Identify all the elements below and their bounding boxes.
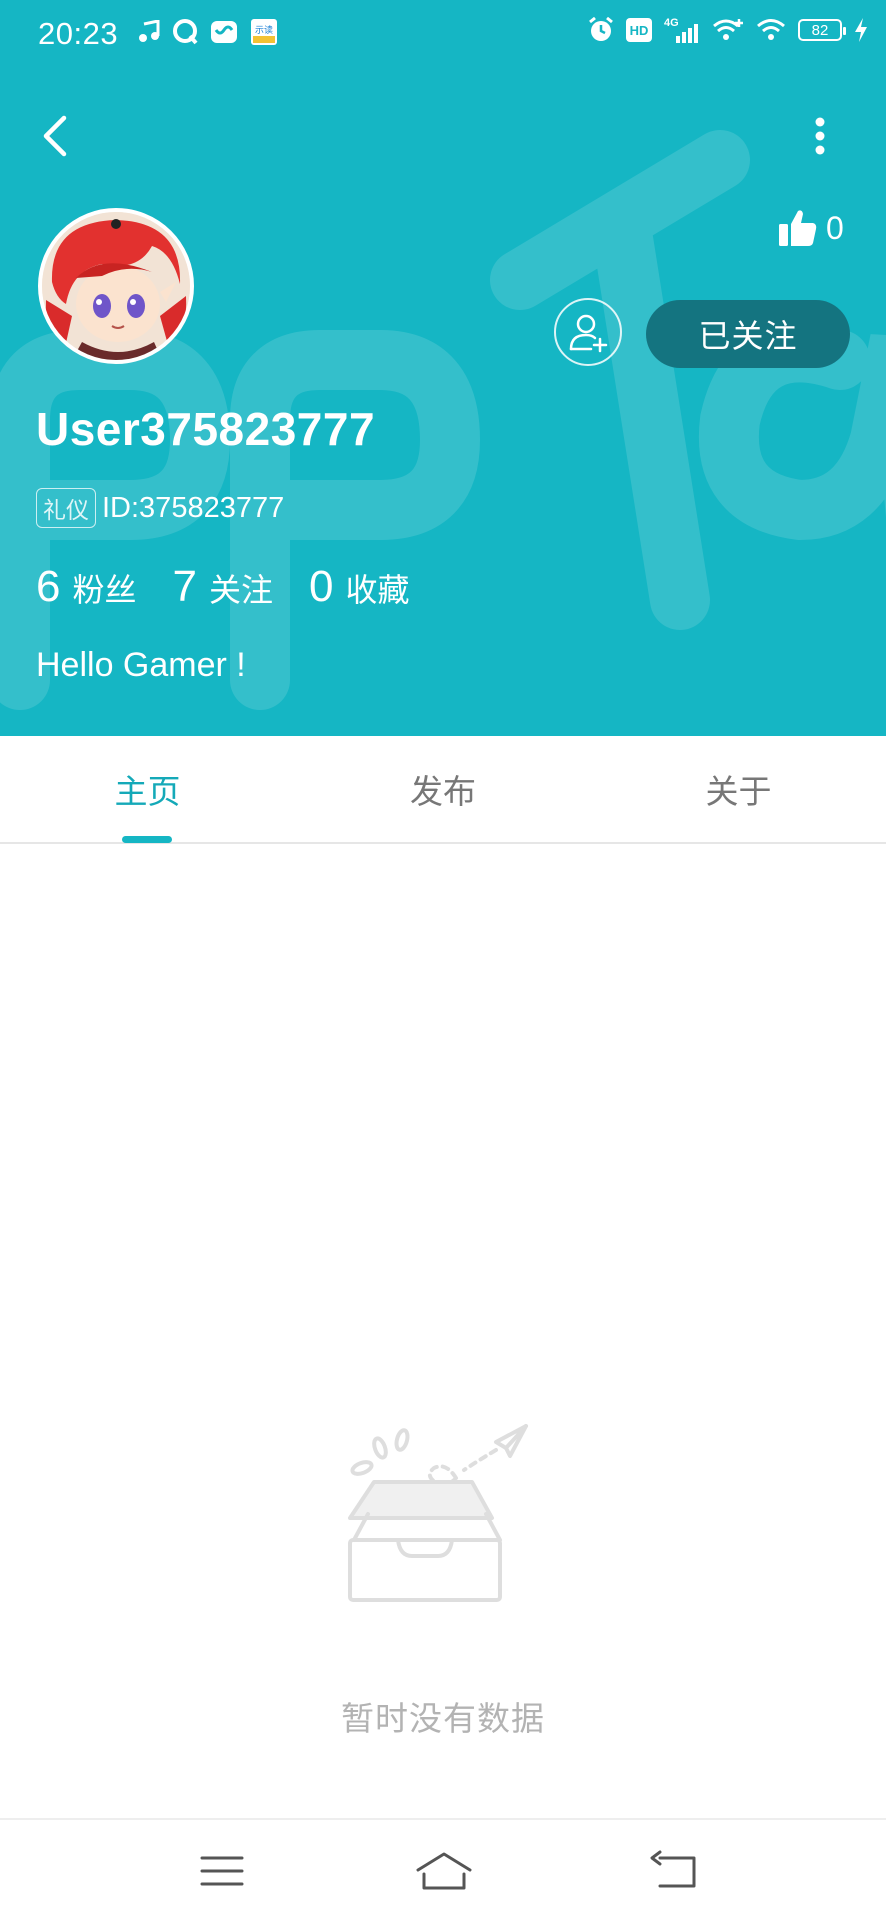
like-count: 0	[826, 209, 844, 246]
tab-about[interactable]: 关于	[591, 736, 886, 842]
more-button[interactable]	[806, 112, 834, 160]
status-bar: 20:23 示读 HD 4G 82	[0, 0, 886, 70]
profile-header: 20:23 示读 HD 4G 82 0 已关注 User375823777 礼仪…	[0, 0, 886, 736]
system-nav-bar	[0, 1818, 886, 1920]
thumbs-up-icon	[779, 210, 817, 246]
active-tab-indicator	[122, 836, 172, 843]
home-button[interactable]	[414, 1848, 474, 1894]
profile-tabs: 主页 发布 关于	[0, 736, 886, 844]
wifi-icon	[756, 17, 786, 43]
4g-signal-icon: 4G	[664, 16, 700, 44]
home-icon	[416, 1852, 472, 1890]
app-icon: 示读	[250, 18, 278, 46]
back-button[interactable]	[36, 112, 76, 160]
add-user-icon	[569, 314, 608, 353]
charging-icon	[854, 18, 868, 42]
wifi-plus-icon	[712, 17, 744, 43]
music-icon	[138, 20, 160, 44]
qq-icon	[172, 19, 198, 45]
followers-label: 粉丝	[72, 572, 137, 608]
like-button[interactable]: 0	[778, 208, 844, 248]
avatar-illustration	[42, 212, 190, 360]
empty-state-text: 暂时没有数据	[341, 1700, 545, 1737]
followers-stat[interactable]: 6 粉丝	[36, 562, 137, 612]
following-count: 7	[172, 562, 197, 611]
favorites-count: 0	[309, 562, 334, 611]
battery-icon: 82	[798, 19, 846, 41]
etiquette-badge: 礼仪	[36, 488, 96, 528]
user-id-row: 礼仪 ID:375823777	[36, 488, 284, 528]
profile-stats: 6 粉丝 7 关注 0 收藏	[36, 562, 446, 612]
more-vertical-icon	[815, 117, 825, 155]
status-time: 20:23	[38, 16, 119, 51]
app-badge-text: 示读	[255, 24, 273, 36]
back-icon	[650, 1850, 696, 1888]
avatar[interactable]	[38, 208, 194, 364]
favorites-label: 收藏	[345, 572, 410, 608]
message-icon	[210, 19, 238, 45]
back-nav-button[interactable]	[646, 1848, 702, 1894]
watermark-logo	[0, 130, 886, 710]
followers-count: 6	[36, 562, 61, 611]
add-friend-button[interactable]	[554, 298, 622, 366]
alarm-icon	[588, 17, 614, 43]
username: User375823777	[36, 403, 376, 455]
following-stat[interactable]: 7 关注	[173, 562, 274, 612]
follow-button[interactable]: 已关注	[646, 300, 850, 368]
battery-level: 82	[811, 21, 829, 39]
chevron-left-icon	[43, 115, 67, 157]
tab-posts[interactable]: 发布	[295, 736, 591, 842]
following-label: 关注	[208, 572, 273, 608]
menu-button[interactable]	[194, 1848, 250, 1894]
hd-icon: HD	[626, 18, 652, 42]
menu-icon	[200, 1856, 244, 1886]
tab-home[interactable]: 主页	[0, 736, 295, 842]
favorites-stat[interactable]: 0 收藏	[309, 562, 410, 612]
user-bio: Hello Gamer !	[36, 646, 246, 684]
empty-inbox-icon	[348, 1424, 528, 1602]
network-label: 4G	[664, 17, 679, 29]
hd-label: HD	[630, 23, 649, 38]
user-id: ID:375823777	[102, 491, 285, 524]
